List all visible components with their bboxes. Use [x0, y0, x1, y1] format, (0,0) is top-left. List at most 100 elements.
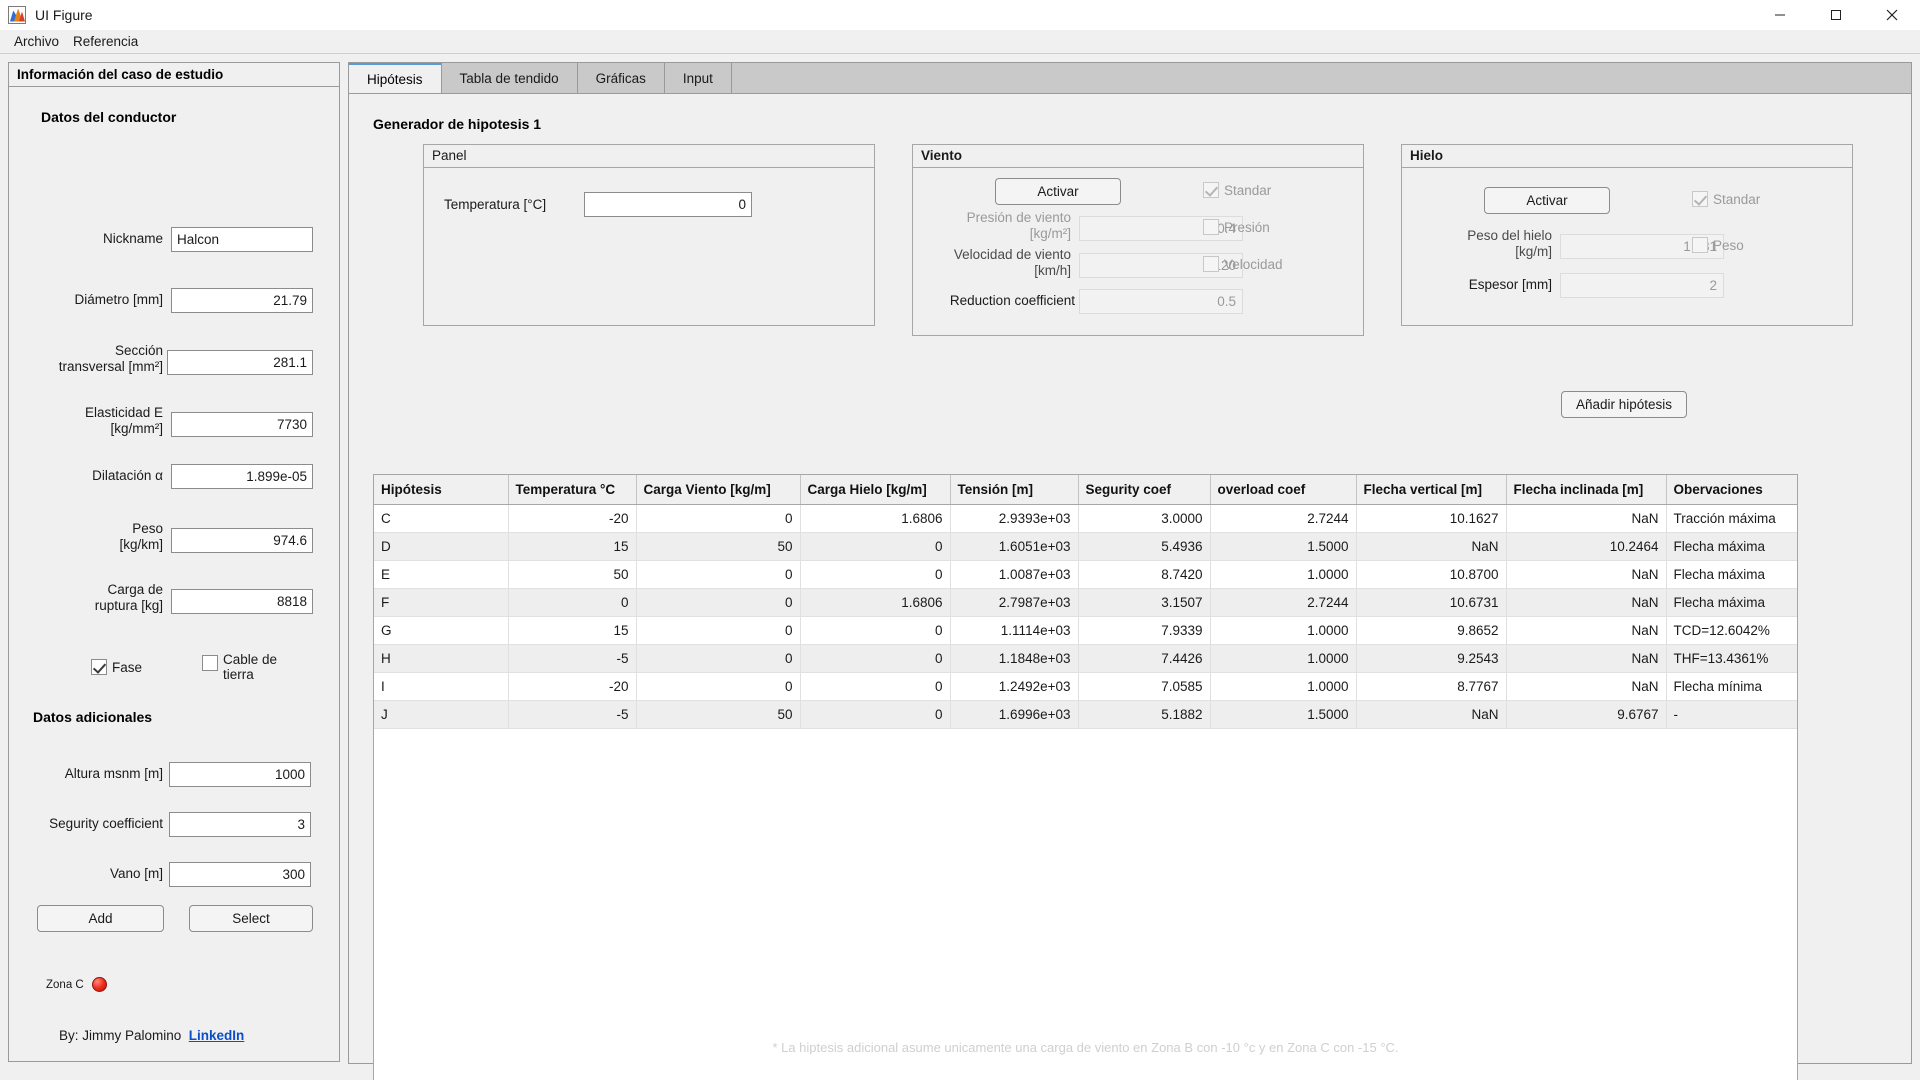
table-cell[interactable]: 5.1882	[1078, 700, 1210, 728]
fase-checkbox-box[interactable]	[91, 659, 107, 675]
col-carga-hielo[interactable]: Carga Hielo [kg/m]	[800, 475, 950, 504]
weight-input[interactable]	[171, 528, 313, 553]
table-cell[interactable]: E	[374, 560, 508, 588]
reduction-coefficient-input[interactable]	[1079, 289, 1243, 314]
table-cell[interactable]: 2.7244	[1210, 504, 1356, 532]
table-cell[interactable]: 1.6806	[800, 504, 950, 532]
menu-item-archivo[interactable]: Archivo	[8, 32, 65, 51]
nickname-input[interactable]	[171, 227, 313, 252]
table-cell[interactable]: Flecha máxima	[1666, 560, 1798, 588]
maximize-button[interactable]	[1808, 0, 1864, 30]
ice-weight-checkbox-box[interactable]	[1692, 237, 1708, 253]
fase-checkbox[interactable]: Fase	[91, 659, 142, 675]
table-cell[interactable]: D	[374, 532, 508, 560]
table-cell[interactable]: NaN	[1506, 672, 1666, 700]
table-cell[interactable]: -20	[508, 504, 636, 532]
col-flecha-vertical[interactable]: Flecha vertical [m]	[1356, 475, 1506, 504]
ice-weight-checkbox[interactable]: Peso	[1692, 237, 1744, 253]
table-cell[interactable]: 10.6731	[1356, 588, 1506, 616]
table-cell[interactable]: 9.8652	[1356, 616, 1506, 644]
table-cell[interactable]: 15	[508, 616, 636, 644]
table-cell[interactable]: 1.5000	[1210, 532, 1356, 560]
table-cell[interactable]: 0	[800, 672, 950, 700]
ice-standard-checkbox[interactable]: Standar	[1692, 191, 1760, 207]
table-row[interactable]: J-55001.6996e+035.18821.5000NaN9.6767-	[374, 700, 1798, 728]
table-cell[interactable]: 2.7987e+03	[950, 588, 1078, 616]
table-cell[interactable]: 0	[636, 644, 800, 672]
table-row[interactable]: E50001.0087e+038.74201.000010.8700NaNFle…	[374, 560, 1798, 588]
col-flecha-inclinada[interactable]: Flecha inclinada [m]	[1506, 475, 1666, 504]
col-observaciones[interactable]: Obervaciones	[1666, 475, 1798, 504]
table-cell[interactable]: NaN	[1506, 616, 1666, 644]
ice-thickness-input[interactable]	[1560, 273, 1724, 298]
table-cell[interactable]: TCD=12.6042%	[1666, 616, 1798, 644]
table-cell[interactable]: Flecha máxima	[1666, 532, 1798, 560]
table-cell[interactable]: 1.0000	[1210, 672, 1356, 700]
altitude-input[interactable]	[169, 762, 311, 787]
dilation-input[interactable]	[171, 464, 313, 489]
minimize-button[interactable]	[1752, 0, 1808, 30]
table-cell[interactable]: 1.1114e+03	[950, 616, 1078, 644]
table-cell[interactable]: 0	[800, 644, 950, 672]
table-cell[interactable]: NaN	[1506, 504, 1666, 532]
table-row[interactable]: F001.68062.7987e+033.15072.724410.6731Na…	[374, 588, 1798, 616]
table-cell[interactable]: 10.8700	[1356, 560, 1506, 588]
table-cell[interactable]: 0	[800, 700, 950, 728]
col-hipotesis[interactable]: Hipótesis	[374, 475, 508, 504]
col-segurity-coef[interactable]: Segurity coef	[1078, 475, 1210, 504]
table-row[interactable]: C-2001.68062.9393e+033.00002.724410.1627…	[374, 504, 1798, 532]
table-row[interactable]: H-5001.1848e+037.44261.00009.2543NaNTHF=…	[374, 644, 1798, 672]
table-cell[interactable]: 10.2464	[1506, 532, 1666, 560]
table-cell[interactable]: J	[374, 700, 508, 728]
table-cell[interactable]: -20	[508, 672, 636, 700]
table-cell[interactable]: 50	[636, 532, 800, 560]
table-cell[interactable]: 2.9393e+03	[950, 504, 1078, 532]
tab-tabla-de-tendido[interactable]: Tabla de tendido	[442, 63, 578, 94]
col-tension[interactable]: Tensión [m]	[950, 475, 1078, 504]
tab-hipotesis[interactable]: Hipótesis	[349, 63, 442, 94]
table-cell[interactable]: 9.2543	[1356, 644, 1506, 672]
table-cell[interactable]: 7.4426	[1078, 644, 1210, 672]
table-cell[interactable]: 1.0000	[1210, 616, 1356, 644]
table-cell[interactable]: Flecha máxima	[1666, 588, 1798, 616]
table-cell[interactable]: NaN	[1506, 560, 1666, 588]
table-cell[interactable]: 1.0000	[1210, 560, 1356, 588]
table-row[interactable]: I-20001.2492e+037.05851.00008.7767NaNFle…	[374, 672, 1798, 700]
cable-tierra-checkbox[interactable]: Cable detierra	[202, 652, 277, 682]
wind-standard-checkbox-box[interactable]	[1203, 182, 1219, 198]
table-cell[interactable]: 8.7767	[1356, 672, 1506, 700]
table-cell[interactable]: 0	[636, 504, 800, 532]
table-cell[interactable]: F	[374, 588, 508, 616]
menu-item-referencia[interactable]: Referencia	[67, 32, 144, 51]
col-overload-coef[interactable]: overload coef	[1210, 475, 1356, 504]
select-button[interactable]: Select	[189, 905, 313, 932]
table-cell[interactable]: 0	[636, 616, 800, 644]
breaking-load-input[interactable]	[171, 589, 313, 614]
table-cell[interactable]: 50	[636, 700, 800, 728]
table-cell[interactable]: 0	[508, 588, 636, 616]
table-cell[interactable]: 5.4936	[1078, 532, 1210, 560]
table-cell[interactable]: 1.6996e+03	[950, 700, 1078, 728]
table-cell[interactable]: 0	[636, 672, 800, 700]
table-cell[interactable]: 1.6051e+03	[950, 532, 1078, 560]
span-input[interactable]	[169, 862, 311, 887]
col-carga-viento[interactable]: Carga Viento [kg/m]	[636, 475, 800, 504]
tab-graficas[interactable]: Gráficas	[578, 63, 665, 94]
wind-velocity-checkbox-box[interactable]	[1203, 256, 1219, 272]
add-button[interactable]: Add	[37, 905, 164, 932]
table-cell[interactable]: 1.2492e+03	[950, 672, 1078, 700]
table-cell[interactable]: 7.0585	[1078, 672, 1210, 700]
wind-activate-button[interactable]: Activar	[995, 178, 1121, 205]
table-cell[interactable]: 1.6806	[800, 588, 950, 616]
table-cell[interactable]: Tracción máxima	[1666, 504, 1798, 532]
table-cell[interactable]: NaN	[1356, 700, 1506, 728]
table-cell[interactable]: 15	[508, 532, 636, 560]
wind-standard-checkbox[interactable]: Standar	[1203, 182, 1271, 198]
table-row[interactable]: D155001.6051e+035.49361.5000NaN10.2464Fl…	[374, 532, 1798, 560]
table-cell[interactable]: -5	[508, 700, 636, 728]
table-cell[interactable]: 3.0000	[1078, 504, 1210, 532]
safety-coefficient-input[interactable]	[169, 812, 311, 837]
wind-pressure-checkbox-box[interactable]	[1203, 219, 1219, 235]
table-cell[interactable]: NaN	[1506, 588, 1666, 616]
table-cell[interactable]: 9.6767	[1506, 700, 1666, 728]
